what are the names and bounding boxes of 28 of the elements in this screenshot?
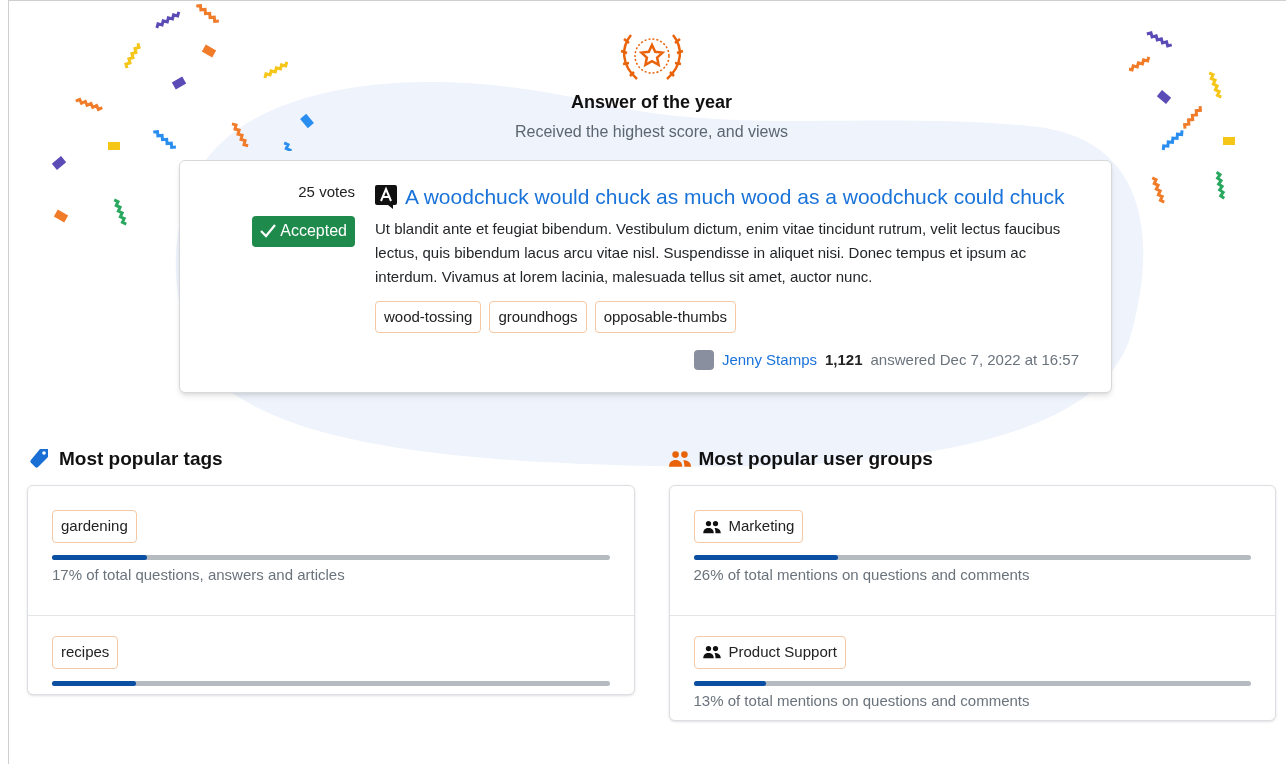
vote-count: 25 votes xyxy=(298,182,355,202)
tag-chip[interactable]: wood-tossing xyxy=(375,301,482,333)
tag-chip[interactable]: opposable-thumbs xyxy=(594,301,737,333)
author-link[interactable]: Jenny Stamps xyxy=(721,349,817,372)
tag-icon xyxy=(27,446,51,471)
people-icon xyxy=(702,519,721,534)
usage-caption: 26% of total mentions on questions and comments xyxy=(693,565,1031,585)
answer-title-link[interactable]: A woodchuck would chuck as much wood as a woodchuck could chuck xyxy=(405,181,1065,213)
group-tag[interactable]: Marketing xyxy=(693,510,804,543)
group-tag[interactable]: Product Support xyxy=(693,635,846,669)
tag-chip[interactable]: recipes xyxy=(52,635,119,669)
award-title: Answer of the year xyxy=(570,91,733,114)
people-icon xyxy=(702,645,721,659)
usage-caption: 13% of total mentions on questions and comments xyxy=(693,690,1031,711)
award-subtitle: Received the highest score, and views xyxy=(514,122,788,142)
user-avatar xyxy=(693,350,714,371)
section-title: Most popular user groups xyxy=(698,446,933,471)
people-icon xyxy=(668,449,691,468)
check-icon xyxy=(260,224,277,238)
section-title: Most popular tags xyxy=(59,446,223,471)
accepted-badge: Accepted xyxy=(252,215,355,247)
tag-chip[interactable]: gardening xyxy=(52,510,137,543)
answer-icon xyxy=(375,185,397,209)
usage-caption: 17% of total questions, answers and articles xyxy=(52,565,346,585)
answered-date: answered Dec 7, 2022 at 16:57 xyxy=(870,350,1079,370)
tag-chip[interactable]: groundhogs xyxy=(489,301,587,333)
author-reputation: 1,121 xyxy=(824,350,863,370)
answer-body: Ut blandit ante et feugiat bibendum. Vestibulum dictum, enim vitae tincidunt rutrum, velit lectus faucibus lectus, quis bibendum lacus arcu vitae nisl. Suspendisse in aliquet nisi. Donec tempus et ipsum ac interdum. Vivamus at lorem lacinia, malesuada tellus sit amet, auctor nunc. xyxy=(375,219,1062,287)
